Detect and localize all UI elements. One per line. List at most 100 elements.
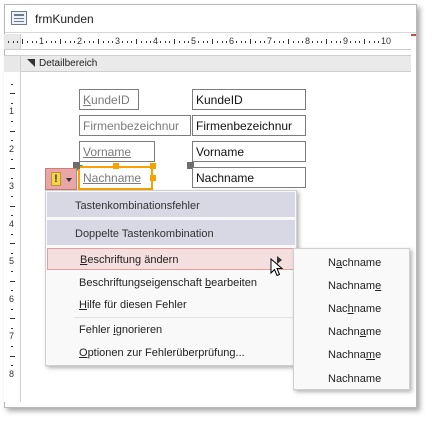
- submenu-item[interactable]: Nachname: [294, 274, 409, 296]
- form-icon: [11, 11, 27, 25]
- ruler-tick: [212, 39, 213, 44]
- ruler-tick: [11, 177, 13, 179]
- menu-header-error-detail: Doppelte Tastenkombination: [47, 220, 295, 245]
- ruler-tick: [11, 102, 13, 104]
- ruler-tick: [88, 41, 90, 43]
- ruler-tick: [140, 41, 142, 43]
- ruler-tick: [50, 41, 52, 43]
- ruler-tick: [60, 39, 61, 44]
- ruler-tick: [10, 168, 15, 170]
- label-vorname[interactable]: Vorname: [79, 141, 155, 162]
- ruler-tick: [11, 327, 13, 329]
- ruler-tick: [112, 41, 114, 43]
- section-label: Detailbereich: [39, 58, 98, 69]
- ruler-tick: [330, 41, 332, 43]
- ruler-tick: [302, 41, 304, 43]
- ruler-tick: [45, 41, 47, 43]
- textbox-kundeid[interactable]: KundeID: [192, 89, 306, 110]
- ruler-tick: [11, 140, 13, 142]
- submenu-item[interactable]: Nachname: [294, 367, 409, 389]
- menu-item-fehler-ignorieren[interactable]: Fehler ignorieren: [47, 319, 295, 341]
- textbox-vorname[interactable]: Vorname: [192, 141, 306, 162]
- ruler-tick: [11, 346, 13, 348]
- ruler-number: 3: [9, 181, 15, 191]
- ruler-tick: [11, 271, 13, 273]
- ruler-tick: [202, 41, 204, 43]
- ruler-tick: [178, 41, 180, 43]
- ruler-tick: [55, 41, 57, 43]
- resize-handle-right[interactable]: [150, 175, 156, 181]
- title-bar[interactable]: frmKunden: [5, 5, 416, 33]
- section-ruler-gap: [4, 55, 21, 72]
- mouse-cursor-icon: [270, 258, 284, 277]
- warning-icon: !: [51, 172, 61, 186]
- ruler-tick: [378, 41, 380, 43]
- submenu-item[interactable]: Nachname: [294, 251, 409, 273]
- menu-item-beschriftungseigenschaft[interactable]: Beschriftungseigenschaft bearbeiten: [47, 272, 295, 294]
- menu-separator: [74, 317, 294, 318]
- ruler-number: 2: [9, 143, 15, 154]
- vertical-ruler[interactable]: 1 2 3 4 5 6 7 8: [4, 72, 21, 402]
- ruler-tick: [311, 41, 313, 43]
- resize-handle-top[interactable]: [113, 163, 119, 169]
- ruler-tick: [340, 41, 342, 43]
- ruler-tick: [288, 39, 289, 44]
- ruler-tick: [297, 41, 299, 43]
- ruler-tick: [221, 41, 223, 43]
- ruler-tick: [364, 39, 365, 44]
- ruler-tick: [326, 39, 327, 44]
- ruler-tick: [11, 365, 13, 367]
- submenu-item[interactable]: Nachname: [294, 343, 409, 365]
- ruler-tick: [10, 130, 15, 132]
- submenu-item[interactable]: Nachname: [294, 297, 409, 319]
- ruler-number: 4: [9, 218, 15, 229]
- ruler-tick: [335, 41, 337, 43]
- ruler-tick: [373, 41, 375, 43]
- ruler-tick: [145, 41, 147, 43]
- ruler-tick: [10, 243, 15, 245]
- error-smart-tag-button[interactable]: !: [45, 168, 77, 190]
- ruler-tick: [254, 41, 256, 43]
- ruler-tick: [131, 41, 133, 43]
- ruler-tick: [188, 41, 190, 43]
- ruler-number: 3: [115, 36, 121, 46]
- ruler-tick: [164, 41, 166, 43]
- ruler-tick: [11, 308, 13, 310]
- ruler-number: 7: [267, 36, 273, 46]
- ruler-tick: [10, 93, 15, 95]
- ruler-number: 7: [9, 331, 15, 341]
- menu-item-beschriftung-aendern[interactable]: Beschriftung ändern: [47, 248, 295, 270]
- textbox-nachname[interactable]: Nachname: [192, 167, 306, 188]
- section-header-detail[interactable]: Detailbereich: [21, 55, 411, 72]
- horizontal-ruler[interactable]: 1 2 3 4 5 6 7 8 9 10: [7, 34, 411, 50]
- ruler-number: 1: [9, 106, 15, 116]
- ruler-tick: [226, 41, 228, 43]
- ruler-tick: [10, 355, 15, 357]
- ruler-tick: [98, 39, 99, 44]
- ruler-tick: [359, 41, 361, 43]
- menu-item-optionen[interactable]: Optionen zur Fehlerüberprüfung...: [47, 342, 295, 364]
- label-firmenbezeichnung[interactable]: Firmenbezeichnur: [79, 115, 191, 136]
- ruler-tick: [93, 41, 95, 43]
- ruler-tick: [292, 41, 294, 43]
- textbox-firmenbezeichnung[interactable]: Firmenbezeichnur: [192, 115, 306, 136]
- label-nachname[interactable]: Nachname: [78, 166, 153, 190]
- ruler-tick: [12, 41, 14, 43]
- resize-handle-top-right[interactable]: [150, 163, 156, 169]
- label-kundeid[interactable]: KundeID: [79, 89, 139, 110]
- ruler-tick: [10, 205, 15, 207]
- submenu-item[interactable]: Nachname: [294, 320, 409, 342]
- ruler-tick: [7, 41, 9, 43]
- ruler-tick: [26, 41, 28, 43]
- error-context-menu: Tastenkombinationsfehler Doppelte Tasten…: [45, 190, 297, 366]
- menu-item-hilfe[interactable]: Hilfe für diesen Fehler: [47, 294, 295, 316]
- ruler-tick: [283, 41, 285, 43]
- ruler-tick: [136, 39, 137, 44]
- ruler-number: 6: [9, 293, 15, 304]
- ruler-tick: [22, 39, 23, 44]
- ruler-tick: [216, 41, 218, 43]
- ruler-tick: [17, 41, 19, 43]
- ruler-number: 10: [381, 36, 392, 46]
- ruler-tick: [169, 41, 171, 43]
- ruler-tick: [159, 41, 161, 43]
